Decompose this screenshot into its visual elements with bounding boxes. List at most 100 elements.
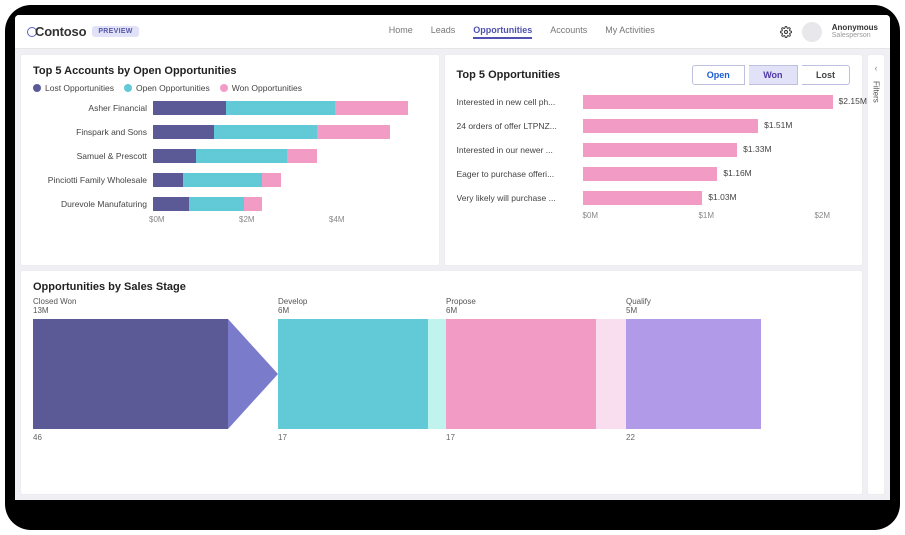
nav-accounts[interactable]: Accounts (550, 25, 587, 39)
legend-lost: Lost Opportunities (33, 83, 114, 93)
bar-segment (262, 173, 280, 187)
opp-bar-fill (583, 191, 703, 205)
main-nav: Home Leads Opportunities Accounts My Act… (389, 25, 655, 39)
opp-bar-track: $1.03M (583, 191, 851, 205)
bar-segment (153, 101, 226, 115)
funnel-stage-header: Qualify5M (626, 297, 761, 315)
opp-label: 24 orders of offer LTPNZ... (457, 121, 577, 131)
opp-bar-fill (583, 143, 738, 157)
legend-open: Open Opportunities (124, 83, 210, 93)
opp-value: $1.16M (723, 168, 751, 178)
opp-value: $2.15M (839, 96, 867, 106)
stacked-row[interactable]: Pinciotti Family Wholesale (37, 173, 427, 187)
opp-value: $1.51M (764, 120, 792, 130)
opp-label: Interested in our newer ... (457, 145, 577, 155)
user-role: Salesperson (832, 32, 878, 39)
opp-label: Interested in new cell ph... (457, 97, 577, 107)
funnel-stage-name: Closed Won (33, 297, 278, 306)
opp-value: $1.33M (743, 144, 771, 154)
opp-row[interactable]: 24 orders of offer LTPNZ... $1.51M (457, 119, 851, 133)
bar-segment (183, 173, 262, 187)
funnel-stage-name: Qualify (626, 297, 761, 306)
opp-bar-fill (583, 95, 833, 109)
stacked-bar (153, 173, 427, 187)
opp-row[interactable]: Interested in new cell ph...$2.15M (457, 95, 851, 109)
nav-leads[interactable]: Leads (431, 25, 456, 39)
tab-lost[interactable]: Lost (802, 65, 850, 85)
nav-home[interactable]: Home (389, 25, 413, 39)
bar-segment (189, 197, 244, 211)
bar-segment (153, 173, 183, 187)
opp-row[interactable]: Eager to purchase offeri... $1.16M (457, 167, 851, 181)
funnel-block[interactable] (278, 319, 428, 429)
funnel-block[interactable] (446, 319, 596, 429)
avatar[interactable] (802, 22, 822, 42)
device-frame: Contoso PREVIEW Home Leads Opportunities… (5, 5, 900, 530)
opp-label: Eager to purchase offeri... (457, 169, 577, 179)
funnel-stage-header: Develop6M (278, 297, 446, 315)
opp-bar-fill (583, 119, 759, 133)
bar-segment (153, 125, 214, 139)
top-accounts-card: Top 5 Accounts by Open Opportunities Los… (21, 55, 439, 265)
filters-toggle[interactable]: Filters (872, 81, 881, 103)
nav-opportunities[interactable]: Opportunities (473, 25, 532, 39)
funnel-stage-top-value: 6M (446, 306, 626, 315)
opp-bar-track: $1.16M (583, 167, 851, 181)
stacked-row[interactable]: Samuel & Prescott (37, 149, 427, 163)
stacked-row[interactable]: Durevole Manufaturing (37, 197, 427, 211)
funnel-block[interactable] (626, 319, 761, 429)
opp-row[interactable]: Interested in our newer ... $1.33M (457, 143, 851, 157)
bar-segment (244, 197, 262, 211)
chevron-left-icon[interactable]: ‹ (875, 63, 878, 73)
account-label: Asher Financial (37, 103, 147, 113)
bar-segment (153, 149, 196, 163)
funnel-stage-header: Propose6M (446, 297, 626, 315)
tab-won[interactable]: Won (749, 65, 797, 85)
stacked-bar (153, 197, 427, 211)
user-label: Anonymous Salesperson (832, 24, 878, 39)
funnel-connector (596, 319, 626, 429)
topbar: Contoso PREVIEW Home Leads Opportunities… (15, 15, 890, 49)
bar-segment (196, 149, 287, 163)
funnel-block[interactable] (33, 319, 228, 429)
account-label: Finspark and Sons (37, 127, 147, 137)
opp-value: $1.03M (708, 192, 736, 202)
top-accounts-title: Top 5 Accounts by Open Opportunities (33, 65, 427, 77)
stacked-row[interactable]: Asher Financial (37, 101, 427, 115)
stacked-bar (153, 125, 427, 139)
funnel-labels: Closed Won13MDevelop6MPropose6MQualify5M (33, 297, 850, 315)
stacked-row[interactable]: Finspark and Sons (37, 125, 427, 139)
funnel-stage-bottom-value: 46 (33, 433, 278, 442)
bar-segment (317, 125, 390, 139)
top-accounts-chart: Asher Financial Finspark and Sons Samuel &… (33, 101, 427, 211)
brand-logo: Contoso (27, 24, 86, 39)
segmented-control: Open Won Lost (692, 65, 850, 85)
funnel-stage-header: Closed Won13M (33, 297, 278, 315)
stacked-bar (153, 101, 427, 115)
opp-bar-track: $1.33M (583, 143, 851, 157)
funnel-stage-top-value: 13M (33, 306, 278, 315)
gear-icon[interactable] (780, 26, 792, 38)
bar-segment (153, 197, 189, 211)
tab-open[interactable]: Open (692, 65, 745, 85)
funnel-stage-top-value: 6M (278, 306, 446, 315)
funnel-stage-bottom-value: 17 (278, 433, 446, 442)
opp-bar-track: $1.51M (583, 119, 851, 133)
topbar-right: Anonymous Salesperson (780, 22, 878, 42)
top-opps-title: Top 5 Opportunities (457, 69, 561, 81)
opp-label: Very likely will purchase ... (457, 193, 577, 203)
bar-segment (287, 149, 317, 163)
user-name: Anonymous (832, 24, 878, 32)
top-accounts-legend: Lost Opportunities Open Opportunities Wo… (33, 83, 427, 93)
opp-row[interactable]: Very likely will purchase ... $1.03M (457, 191, 851, 205)
bar-segment (226, 101, 335, 115)
nav-activities[interactable]: My Activities (605, 25, 655, 39)
bar-segment (335, 101, 408, 115)
sales-stage-card: Opportunities by Sales Stage Closed Won1… (21, 271, 862, 494)
account-label: Samuel & Prescott (37, 151, 147, 161)
brand[interactable]: Contoso PREVIEW (27, 24, 139, 39)
screen: Contoso PREVIEW Home Leads Opportunities… (15, 15, 890, 500)
funnel-chart (33, 319, 850, 429)
funnel-stage-bottom-value: 17 (446, 433, 626, 442)
sales-stage-title: Opportunities by Sales Stage (33, 281, 850, 293)
